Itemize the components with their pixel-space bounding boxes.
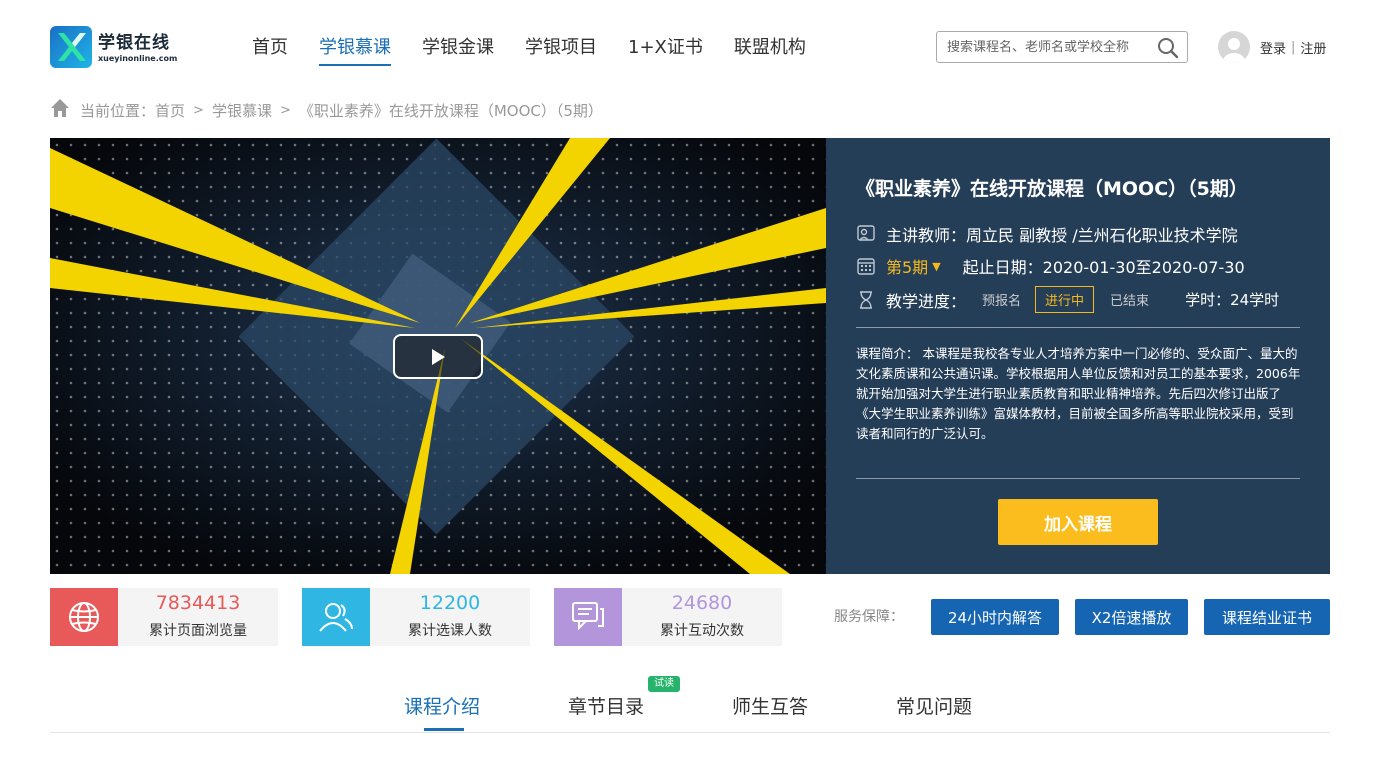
date-range: 2020-01-30至2020-07-30 bbox=[1042, 258, 1245, 277]
user-area: 登录 | 注册 bbox=[1218, 31, 1326, 63]
course-description: 课程简介： 本课程是我校各专业人才培养方案中一门必修的、受众面广、量大的文化素质… bbox=[856, 346, 1301, 441]
active-tab-indicator bbox=[424, 728, 464, 731]
date-label: 起止日期： bbox=[962, 258, 1043, 277]
stat-interactions: 24680 累计互动次数 bbox=[554, 588, 782, 646]
trial-badge: 试读 bbox=[648, 676, 680, 692]
register-link[interactable]: 注册 bbox=[1300, 38, 1326, 57]
nav-home[interactable]: 首页 bbox=[252, 36, 288, 66]
home-icon bbox=[50, 98, 70, 122]
stat-page-views: 7834413 累计页面浏览量 bbox=[50, 588, 278, 646]
main-nav: 首页 学银慕课 学银金课 学银项目 1+X证书 联盟机构 bbox=[252, 36, 837, 66]
play-icon bbox=[432, 348, 445, 365]
logo-title: 学银在线 bbox=[98, 33, 170, 53]
search-box bbox=[936, 31, 1188, 63]
service-24h-answer-button[interactable]: 24小时内解答 bbox=[931, 599, 1059, 635]
join-course-button[interactable]: 加入课程 bbox=[998, 499, 1158, 545]
stage-in-progress: 进行中 bbox=[1035, 286, 1095, 313]
hours-label: 学时： bbox=[1185, 291, 1231, 309]
nav-1x-certificate[interactable]: 1+X证书 bbox=[628, 36, 703, 66]
stat-enrollment: 12200 累计选课人数 bbox=[302, 588, 530, 646]
login-link[interactable]: 登录 bbox=[1260, 38, 1286, 57]
enrollment-label: 累计选课人数 bbox=[408, 623, 492, 639]
breadcrumb: 当前位置： 首页 > 学银慕课 > 《职业素养》在线开放课程（MOOC）（5期） bbox=[50, 98, 603, 122]
divider bbox=[856, 327, 1300, 328]
breadcrumb-home[interactable]: 首页 bbox=[155, 100, 185, 121]
breadcrumb-arrow: > bbox=[193, 102, 204, 118]
service-certificate-button[interactable]: 课程结业证书 bbox=[1204, 599, 1330, 635]
hourglass-icon bbox=[860, 290, 872, 309]
search-input[interactable] bbox=[937, 39, 1147, 55]
course-tabs: 课程介绍 章节目录 试读 师生互答 常见问题 bbox=[50, 676, 1330, 733]
breadcrumb-arrow: > bbox=[279, 102, 291, 118]
teacher-label: 主讲教师： bbox=[886, 226, 967, 245]
play-button[interactable] bbox=[393, 334, 483, 379]
avatar-icon[interactable] bbox=[1218, 31, 1250, 63]
tab-course-intro[interactable]: 课程介绍 bbox=[404, 692, 480, 719]
logo-domain: xueyinonline.com bbox=[98, 54, 178, 63]
enrollment-count: 12200 bbox=[419, 592, 481, 614]
logo[interactable]: 学银在线 xueyinonline.com bbox=[50, 26, 180, 70]
logo-mark-icon bbox=[50, 26, 92, 68]
calendar-icon bbox=[857, 258, 875, 275]
interactions-count: 24680 bbox=[671, 592, 733, 614]
progress-label: 教学进度： bbox=[886, 291, 967, 311]
interactions-label: 累计互动次数 bbox=[660, 623, 744, 639]
stage-finished: 已结束 bbox=[1110, 294, 1150, 309]
divider bbox=[856, 478, 1300, 479]
nav-mooc[interactable]: 学银慕课 bbox=[319, 36, 391, 66]
page-views-label: 累计页面浏览量 bbox=[149, 623, 247, 639]
hours-value: 24学时 bbox=[1230, 291, 1280, 309]
service-double-speed-button[interactable]: X2倍速播放 bbox=[1075, 599, 1188, 635]
course-video[interactable] bbox=[50, 138, 826, 574]
nav-alliance[interactable]: 联盟机构 bbox=[734, 36, 806, 66]
chat-icon bbox=[554, 588, 622, 646]
tab-faq[interactable]: 常见问题 bbox=[896, 692, 972, 719]
service-label: 服务保障： bbox=[834, 609, 904, 625]
teacher-icon bbox=[857, 225, 875, 241]
stage-pre-enroll: 预报名 bbox=[982, 294, 1022, 309]
breadcrumb-prefix: 当前位置： bbox=[80, 101, 156, 120]
page-views-count: 7834413 bbox=[155, 592, 241, 614]
course-title: 《职业素养》在线开放课程（MOOC）（5期） bbox=[856, 178, 1248, 200]
term-select[interactable]: 第5期 bbox=[886, 254, 928, 278]
link-separator: | bbox=[1291, 39, 1296, 55]
tab-qa[interactable]: 师生互答 bbox=[732, 692, 808, 719]
nav-golden-course[interactable]: 学银金课 bbox=[422, 36, 494, 66]
search-icon[interactable] bbox=[1157, 37, 1179, 63]
users-icon bbox=[302, 588, 370, 646]
breadcrumb-mooc[interactable]: 学银慕课 bbox=[212, 100, 272, 121]
nav-projects[interactable]: 学银项目 bbox=[525, 36, 597, 66]
tab-chapters[interactable]: 章节目录 bbox=[568, 692, 644, 719]
breadcrumb-current: 《职业素养》在线开放课程（MOOC）（5期） bbox=[298, 101, 603, 120]
globe-icon bbox=[50, 588, 118, 646]
course-info-panel: 《职业素养》在线开放课程（MOOC）（5期） 主讲教师： 周立民 副教授 /兰州… bbox=[826, 138, 1330, 574]
chevron-down-icon[interactable]: ▼ bbox=[932, 260, 940, 273]
teacher-name: 周立民 副教授 /兰州石化职业技术学院 bbox=[966, 226, 1238, 245]
